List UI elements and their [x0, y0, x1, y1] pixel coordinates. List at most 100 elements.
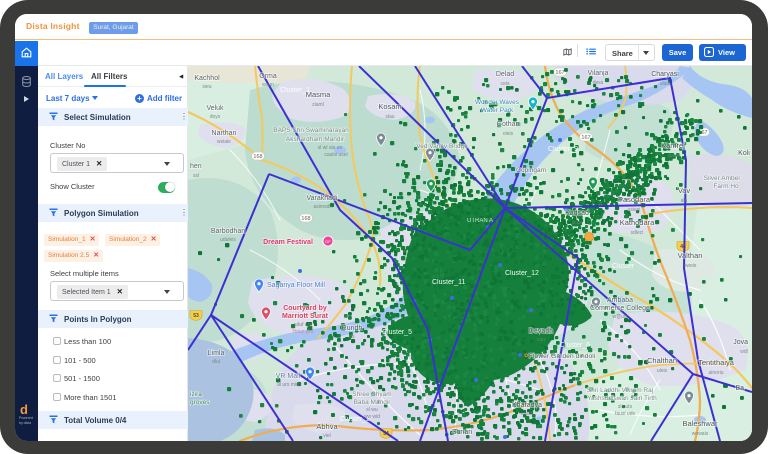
svg-text:Yashsuriiswari Jain Tirth: Yashsuriiswari Jain Tirth [587, 395, 657, 402]
svg-text:Kathodara: Kathodara [620, 218, 655, 227]
svg-text:ds: ds [349, 334, 355, 340]
svg-text:caulsi usel: caulsi usel [324, 152, 347, 158]
svg-text:Ambaba: Ambaba [607, 297, 633, 304]
svg-text:Cluster_12: Cluster_12 [505, 270, 539, 277]
svg-text:Abhva: Abhva [316, 422, 338, 431]
svg-text:ala: ala [681, 198, 688, 204]
svg-text:167: 167 [581, 135, 590, 141]
svg-text:aweis: aweis [684, 263, 697, 269]
svg-text:Vav: Vav [678, 186, 691, 195]
svg-text:167: 167 [555, 70, 564, 76]
svg-text:Jova: Jova [733, 339, 748, 346]
svg-text:Varakhadi: Varakhadi [306, 195, 337, 202]
svg-text:Silver Amber: Silver Amber [704, 175, 742, 182]
svg-text:izira: izira [190, 391, 202, 398]
svg-text:Sonari: Sonari [452, 429, 473, 436]
svg-text:susw: susw [667, 153, 679, 159]
svg-text:Shree Shyam: Shree Shyam [352, 391, 391, 398]
svg-text:uludl: uludl [660, 81, 671, 87]
svg-text:al urs mid: al urs mid [277, 382, 299, 388]
svg-text:dess: dess [593, 80, 604, 86]
svg-text:groves: groves [190, 399, 210, 406]
svg-text:sduf em: sduf em [294, 322, 312, 328]
svg-text:Farm Ho: Farm Ho [713, 183, 739, 190]
svg-text:wsun: wsun [262, 82, 274, 88]
svg-text:slau: slau [385, 114, 394, 120]
svg-text:Gothan: Gothan [497, 121, 520, 128]
svg-text:Dream Festival: Dream Festival [263, 239, 313, 246]
svg-text:fausi uds: fausi uds [615, 411, 636, 417]
svg-text:BAPS Shri Swaminarayan: BAPS Shri Swaminarayan [273, 127, 349, 134]
svg-text:Ved Variav Bridge: Ved Variav Bridge [416, 143, 468, 150]
svg-text:sl cuts: sl cuts [618, 404, 633, 410]
svg-text:uleis: uleis [657, 368, 668, 374]
svg-text:Wonder Waves: Wonder Waves [475, 99, 520, 106]
svg-text:Hduz gka: Hduz gka [292, 329, 313, 335]
svg-text:uduleis: uduleis [220, 237, 236, 243]
svg-text:Marriott Surat: Marriott Surat [282, 313, 329, 320]
svg-text:sieu: sieu [202, 84, 211, 90]
svg-text:dlui: dlui [212, 359, 220, 365]
svg-text:Delad: Delad [496, 71, 514, 78]
svg-text:Cluster_11: Cluster_11 [432, 279, 465, 286]
svg-text:Veluk: Veluk [206, 105, 224, 112]
svg-text:wsiaie: wsiaie [217, 139, 231, 145]
svg-text:Limla: Limla [208, 350, 225, 357]
svg-text:Devadh: Devadh [529, 328, 553, 335]
svg-text:Baba Mandir: Baba Mandir [354, 399, 392, 406]
svg-text:Ba: Ba [735, 385, 744, 392]
svg-text:Water Park: Water Park [481, 107, 514, 114]
svg-text:Cluster_5: Cluster_5 [382, 329, 412, 336]
svg-text:usiesi: usiesi [628, 207, 641, 213]
svg-text:oieis: oieis [503, 131, 514, 137]
svg-text:Barbodhan: Barbodhan [211, 228, 245, 235]
svg-text:168: 168 [253, 154, 262, 160]
svg-text:Cluster_6: Cluster_6 [560, 342, 590, 349]
svg-text:Gopingam: Gopingam [516, 167, 546, 174]
svg-text:Commerce College: Commerce College [590, 305, 650, 312]
svg-text:wdl: wdl [740, 349, 748, 355]
svg-text:ziaml: ziaml [312, 102, 324, 108]
svg-text:cau: cau [537, 337, 545, 343]
svg-text:Koli: Koli [738, 150, 750, 157]
svg-text:ainoriu: ainoriu [708, 370, 723, 376]
svg-text:susdl: susdl [521, 411, 533, 417]
svg-text:Kachhol: Kachhol [194, 75, 220, 82]
svg-text:UTRAN A: UTRAN A [467, 218, 493, 224]
svg-text:Kharadva: Kharadva [512, 402, 542, 409]
svg-text:Tentithaiya: Tentithaiya [698, 358, 735, 367]
svg-text:Cluster: Cluster [612, 263, 635, 270]
svg-text:doys: doys [210, 114, 221, 120]
svg-text:Narthan: Narthan [212, 130, 237, 137]
svg-text:Rundh: Rundh [342, 325, 363, 332]
svg-text:sl wu: sl wu [366, 407, 378, 413]
svg-text:asimsdl: asimsdl [314, 204, 331, 210]
svg-text:Vilanja: Vilanja [588, 70, 609, 77]
svg-text:wowais: wowais [692, 431, 709, 437]
svg-text:hen: hen [190, 163, 202, 170]
svg-text:DF: DF [325, 239, 331, 244]
svg-text:Valthan: Valthan [678, 251, 703, 260]
svg-text:Akshardham Mandir: Akshardham Mandir [286, 136, 345, 143]
svg-text:Orma: Orma [259, 73, 277, 80]
svg-text:sl wl ais ue: sl wl ais ue [318, 145, 343, 151]
svg-text:Charyasi: Charyasi [651, 71, 679, 78]
svg-text:Pasodara: Pasodara [618, 195, 651, 204]
svg-text:Kadsad: Kadsad [565, 210, 589, 217]
svg-text:Chalthan: Chalthan [647, 356, 677, 365]
svg-text:Shri Laddhi Vikram Raj: Shri Laddhi Vikram Raj [587, 387, 653, 394]
svg-text:Masma: Masma [306, 90, 331, 99]
svg-text:Cluster_9: Cluster_9 [548, 146, 578, 153]
svg-text:Courtyard by: Courtyard by [283, 305, 327, 312]
svg-text:53: 53 [193, 313, 199, 319]
svg-text:VR Mall: VR Mall [276, 373, 301, 380]
svg-text:Sagariya Floor Mill: Sagariya Floor Mill [267, 282, 325, 289]
svg-text:ssl: ssl [193, 173, 199, 179]
svg-text:sdleci: sdleci [631, 230, 644, 236]
svg-text:ww wid: ww wid [364, 414, 380, 420]
svg-text:Kamrej: Kamrej [661, 141, 685, 150]
svg-text:scus: scus [572, 220, 583, 226]
svg-text:ceis: ceis [501, 81, 510, 87]
svg-text:168: 168 [301, 216, 310, 222]
svg-text:Baleshwar: Baleshwar [682, 419, 718, 428]
